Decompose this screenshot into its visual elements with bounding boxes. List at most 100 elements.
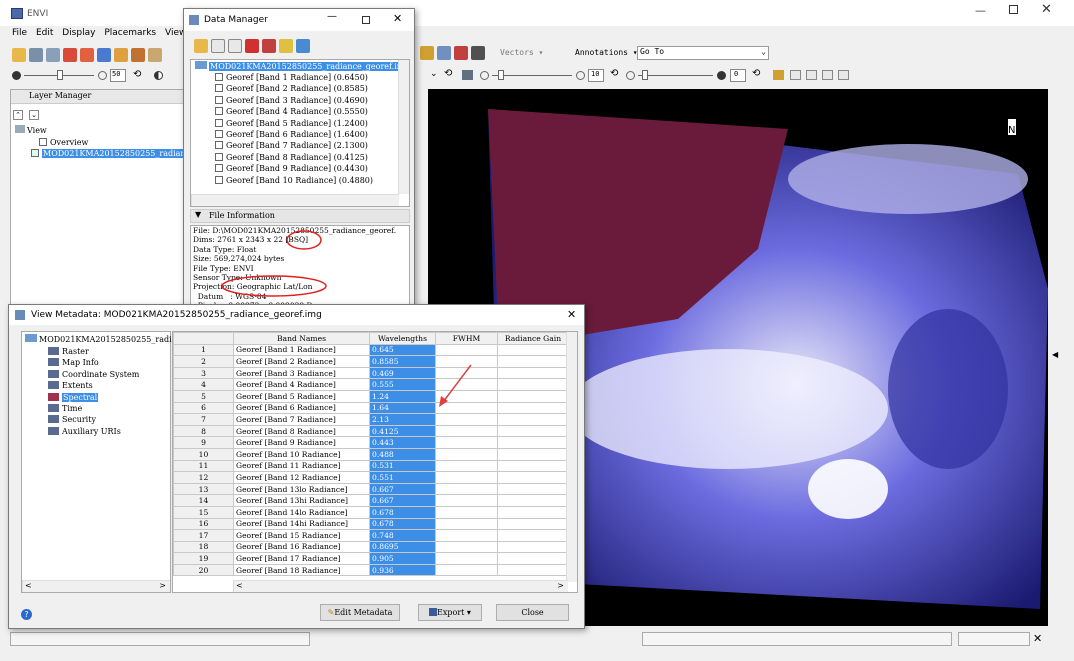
metadata-tree-item[interactable]: Coordinate System (48, 369, 139, 380)
dm-maximize-icon[interactable] (362, 16, 370, 24)
transparency-slider[interactable] (638, 75, 713, 76)
wavelength-cell[interactable]: 0.8695 (369, 540, 436, 554)
row-number[interactable]: 5 (173, 389, 234, 403)
row-number[interactable]: 6 (173, 401, 234, 415)
menu-placemarks[interactable]: Placemarks (104, 28, 156, 38)
band-checkbox[interactable] (215, 84, 223, 93)
fwhm-cell[interactable] (435, 517, 498, 531)
row-number[interactable]: 15 (173, 505, 234, 519)
menu-edit[interactable]: Edit (36, 28, 53, 38)
scroll-right-icon[interactable]: > (159, 581, 166, 590)
band-item[interactable]: Georef [Band 4 Radiance] (0.5550) (215, 106, 373, 117)
band-checkbox[interactable] (215, 118, 223, 127)
layer-checkbox[interactable] (31, 149, 39, 157)
raster-layer-node[interactable]: MOD021KMA20152850255_radiar (31, 148, 186, 159)
chart-icon[interactable] (773, 70, 784, 80)
band-checkbox[interactable] (215, 107, 223, 116)
band-name-cell[interactable]: Georef [Band 9 Radiance] (233, 436, 370, 449)
fwhm-cell[interactable] (435, 459, 498, 473)
band-item[interactable]: Georef [Band 2 Radiance] (0.8585) (215, 83, 373, 94)
col-radiance-gain[interactable]: Radiance Gain (497, 332, 569, 345)
refresh-icon-4[interactable]: ⟲ (752, 68, 760, 79)
refresh-icon-3[interactable]: ⟲ (610, 68, 618, 79)
metadata-tree-item[interactable]: Raster (48, 346, 139, 357)
collapse-right-icon[interactable]: ◀ (1052, 350, 1058, 359)
fwhm-cell[interactable] (435, 447, 498, 461)
metadata-root-node[interactable]: MOD021KMA20152850255_radi (25, 334, 172, 345)
wavelength-cell[interactable]: 0.678 (369, 505, 436, 519)
band-name-cell[interactable]: Georef [Band 11 Radiance] (233, 459, 370, 473)
tool-icon-3[interactable] (454, 46, 468, 60)
row-number[interactable]: 17 (173, 529, 234, 542)
band-name-cell[interactable]: Georef [Band 8 Radiance] (233, 424, 370, 438)
col-band-names[interactable]: Band Names (233, 332, 370, 345)
band-name-cell[interactable]: Georef [Band 2 Radiance] (233, 355, 370, 368)
band-name-cell[interactable]: Georef [Band 14hi Radiance] (233, 517, 370, 531)
scroll-left-icon[interactable]: < (25, 581, 32, 590)
band-name-cell[interactable]: Georef [Band 5 Radiance] (233, 389, 370, 403)
metadata-grid-hscroll[interactable]: < > (233, 580, 568, 592)
dm-remove-icon[interactable] (245, 39, 259, 53)
band-name-cell[interactable]: Georef [Band 13hi Radiance] (233, 494, 370, 507)
band-checkbox[interactable] (215, 152, 223, 161)
row-number[interactable]: 8 (173, 424, 234, 438)
metadata-tree-hscroll[interactable]: < > (22, 580, 170, 592)
transparency-thumb[interactable] (642, 70, 648, 80)
metadata-tree-item[interactable]: Extents (48, 380, 139, 391)
refresh-icon-2[interactable]: ⟲ (444, 68, 452, 79)
wavelength-cell[interactable]: 2.13 (369, 413, 436, 426)
col-wavelengths[interactable]: Wavelengths (369, 332, 436, 345)
radiance-gain-cell[interactable] (497, 540, 569, 554)
fwhm-cell[interactable] (435, 505, 498, 519)
status-close-icon[interactable]: ✕ (1033, 632, 1042, 645)
band-item[interactable]: Georef [Band 6 Radiance] (1.6400) (215, 129, 373, 140)
metadata-tree-item[interactable]: Spectral (48, 392, 139, 403)
band-name-cell[interactable]: Georef [Band 16 Radiance] (233, 540, 370, 554)
wavelength-cell[interactable]: 0.678 (369, 517, 436, 531)
rotate-icon[interactable] (131, 48, 145, 62)
dm-pin-icon[interactable] (279, 39, 293, 53)
band-item[interactable]: Georef [Band 9 Radiance] (0.4430) (215, 163, 373, 174)
wavelength-cell[interactable]: 0.667 (369, 494, 436, 507)
dropdown-icon[interactable]: ⌄ (430, 69, 438, 79)
metadata-grid-vscroll[interactable] (566, 332, 577, 582)
radiance-gain-cell[interactable] (497, 517, 569, 531)
col-fwhm[interactable]: FWHM (435, 332, 498, 345)
radiance-gain-cell[interactable] (497, 459, 569, 473)
dm-open-icon[interactable] (194, 39, 208, 53)
dm-tree-vscroll[interactable] (398, 60, 409, 194)
annotations-menu[interactable]: Annotations ▾ (575, 48, 638, 57)
row-number[interactable]: 12 (173, 471, 234, 484)
grid-scroll-left-icon[interactable]: < (236, 581, 243, 590)
fwhm-cell[interactable] (435, 494, 498, 507)
band-name-cell[interactable]: Georef [Band 3 Radiance] (233, 366, 370, 380)
row-number[interactable]: 11 (173, 459, 234, 473)
band-item[interactable]: Georef [Band 7 Radiance] (2.1300) (215, 140, 373, 151)
caret-down-icon[interactable]: ▼ (195, 210, 201, 219)
band-name-cell[interactable]: Georef [Band 18 Radiance] (233, 563, 370, 577)
collapse-icon[interactable]: ⌃ (13, 110, 23, 120)
pan-icon[interactable] (114, 48, 128, 62)
fwhm-cell[interactable] (435, 343, 498, 357)
tool-icon-4[interactable] (471, 46, 485, 60)
view-icon-4[interactable] (838, 70, 849, 80)
view-icon-2[interactable] (806, 70, 817, 80)
band-name-cell[interactable]: Georef [Band 1 Radiance] (233, 343, 370, 357)
metadata-tree-item[interactable]: Security (48, 414, 139, 425)
wavelength-cell[interactable]: 0.443 (369, 436, 436, 449)
radiance-gain-cell[interactable] (497, 529, 569, 542)
fwhm-cell[interactable] (435, 482, 498, 496)
band-item[interactable]: Georef [Band 1 Radiance] (0.6450) (215, 72, 373, 83)
band-checkbox[interactable] (215, 73, 223, 81)
minimize-icon[interactable]: — (975, 4, 986, 17)
stretch-value-1[interactable]: 50 (110, 69, 126, 82)
wavelength-cell[interactable]: 0.555 (369, 378, 436, 391)
close-button[interactable]: Close (496, 604, 569, 621)
open-icon[interactable] (12, 48, 26, 62)
dm-file-node[interactable]: MOD021KMA20152850255_radiance_georef.im (195, 61, 406, 72)
overview-node[interactable]: Overview (39, 137, 88, 148)
band-item[interactable]: Georef [Band 3 Radiance] (0.4690) (215, 95, 373, 106)
band-name-cell[interactable]: Georef [Band 15 Radiance] (233, 529, 370, 542)
layer-icon[interactable] (46, 48, 60, 62)
radiance-gain-cell[interactable] (497, 471, 569, 484)
